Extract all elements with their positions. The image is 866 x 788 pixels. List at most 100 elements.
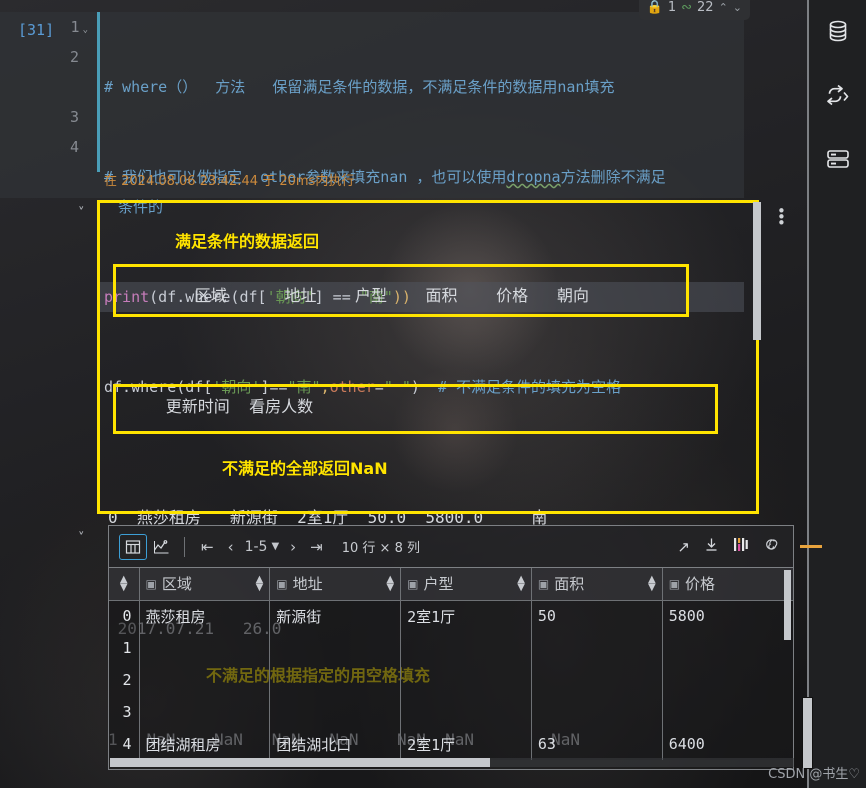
structure-list-icon[interactable] — [821, 142, 855, 176]
line-number-2-text: 2 — [69, 48, 79, 66]
sort-arrows-icon[interactable]: ▲ ▼ — [256, 574, 264, 592]
annotation-label-2: 不满足的全部返回NaN — [222, 459, 388, 478]
prev-problem-icon[interactable]: ⌃ — [719, 1, 728, 14]
code-line-1[interactable]: # where（） 方法 保留满足条件的数据，不满足条件的数据用nan填充 — [104, 72, 744, 102]
cell-layout[interactable] — [400, 632, 532, 664]
dataframe-table: ▲ ▼ ▣ 区域 ▲ ▼ ▣ 地址 ▲ ▼ ▣ 户型 ▲ ▼ ▣ 面积 ▲ ▼ … — [109, 568, 793, 760]
cell-layout[interactable] — [400, 664, 532, 696]
cell-layout[interactable] — [400, 696, 532, 728]
cell-area[interactable]: 50 — [531, 600, 663, 632]
dataframe-body: 0 燕莎租房 新源街 2室1厅 50 5800 1 2 3 4 团结湖租房 团结… — [109, 600, 793, 760]
sort-arrows-icon[interactable]: ▲ ▼ — [517, 574, 525, 592]
code-line-2-text-c: 方法删除不满足 — [560, 168, 666, 186]
output-header-line-2: 更新时间 看房人数 — [108, 397, 314, 416]
cell-region[interactable] — [139, 632, 271, 664]
cell-price[interactable] — [662, 696, 793, 728]
row-index: 2 — [109, 664, 140, 696]
dataframe-vertical-scrollbar[interactable] — [784, 570, 791, 640]
next-problem-icon[interactable]: ⌄ — [733, 1, 742, 14]
next-page-icon[interactable]: › — [283, 538, 303, 556]
cell-layout[interactable]: 2室1厅 — [400, 728, 532, 760]
cell-region[interactable]: 团结湖租房 — [139, 728, 271, 760]
column-header-address[interactable]: ▣ 地址 ▲ ▼ — [269, 568, 402, 601]
cell-price[interactable] — [662, 664, 793, 696]
sort-arrows-icon[interactable]: ▲ ▼ — [120, 574, 128, 592]
cell-area[interactable] — [531, 696, 663, 728]
table-row[interactable]: 3 — [109, 696, 793, 728]
cell-address[interactable] — [269, 632, 402, 664]
column-header-region[interactable]: ▣ 区域 ▲ ▼ — [139, 568, 271, 601]
cell-price[interactable] — [662, 632, 793, 664]
column-header-area[interactable]: ▣ 面积 ▲ ▼ — [531, 568, 663, 601]
first-page-icon[interactable]: ⇤ — [194, 538, 221, 556]
table-row[interactable]: 4 团结湖租房 团结湖北口 2室1厅 63 6400 — [109, 728, 793, 760]
column-stats-icon[interactable] — [733, 537, 749, 556]
sort-arrows-icon[interactable]: ▲ ▼ — [648, 574, 656, 592]
cell-region[interactable] — [139, 664, 271, 696]
line-number-1: 1 ⌄ — [0, 12, 96, 42]
output-collapse-chevron-1[interactable]: ˅ — [78, 206, 85, 221]
cell-region[interactable] — [139, 696, 271, 728]
row-index: 0 — [109, 600, 140, 632]
toolbar-right-actions: ↗ — [677, 537, 783, 557]
cell-price[interactable]: 6400 — [662, 728, 793, 760]
cell-area[interactable] — [531, 664, 663, 696]
inspection-status-widget[interactable]: 🔒 1 ∾ 22 ⌃ ⌄ — [638, 0, 750, 20]
table-view-icon[interactable] — [119, 533, 147, 560]
page-range-selector[interactable]: 1-5 ▼ — [241, 539, 284, 555]
toolbar-separator — [184, 536, 185, 557]
cell-price[interactable]: 5800 — [662, 600, 793, 632]
cell-region[interactable]: 燕莎租房 — [139, 600, 271, 632]
notebook-editor: [31] 1 ⌄ 2 3 4 # where（） 方法 保留满足条件的数据，不满足… — [0, 0, 808, 788]
cell-area[interactable]: 63 — [531, 728, 663, 760]
output-vertical-scrollbar[interactable] — [753, 202, 761, 340]
row-index: 4 — [109, 728, 140, 760]
cube-icon: ▣ — [276, 576, 288, 591]
table-row[interactable]: 0 燕莎租房 新源街 2室1厅 50 5800 — [109, 600, 793, 632]
sort-arrows-icon[interactable]: ▲ ▼ — [386, 574, 394, 592]
code-line-2-text-b: dropna — [506, 168, 561, 186]
cell-address[interactable] — [269, 664, 402, 696]
cell-area[interactable] — [531, 632, 663, 664]
output-collapse-chevron-2[interactable]: ˅ — [78, 531, 85, 546]
column-header-layout[interactable]: ▣ 户型 ▲ ▼ — [400, 568, 532, 601]
cell-active-bar — [97, 12, 100, 172]
scrollbar-marker — [800, 545, 822, 548]
line-number-1-text: 1 — [70, 18, 80, 36]
more-options-icon[interactable]: • • • — [777, 204, 786, 231]
code-line-1-text: # where（） 方法 保留满足条件的数据，不满足条件的数据用nan填充 — [104, 78, 615, 96]
cell-address[interactable]: 团结湖北口 — [269, 728, 402, 760]
download-icon[interactable] — [704, 537, 719, 556]
spiral-icon[interactable] — [763, 537, 779, 557]
last-page-icon[interactable]: ⇥ — [303, 538, 330, 556]
open-in-new-icon[interactable]: ↗ — [677, 538, 690, 556]
cell-layout[interactable]: 2室1厅 — [400, 600, 532, 632]
table-row[interactable]: 1 — [109, 632, 793, 664]
editor-vertical-scrollbar[interactable] — [802, 697, 813, 769]
line-number-4-text: 4 — [69, 138, 79, 156]
dataframe-horizontal-scrollbar[interactable] — [110, 758, 794, 767]
chart-view-icon[interactable] — [147, 534, 175, 560]
dataframe-toolbar: ⇤ ‹ 1-5 ▼ › ⇥ 10 行 × 8 列 ↗ — [109, 526, 793, 568]
table-row[interactable]: 2 — [109, 664, 793, 696]
watermark: CSDN @书生♡ — [768, 767, 860, 782]
prev-page-icon[interactable]: ‹ — [221, 538, 241, 556]
cell-address[interactable] — [269, 696, 402, 728]
column-header-price[interactable]: ▣ 价格 — [662, 568, 793, 601]
dataframe-dimensions: 10 行 × 8 列 — [341, 541, 420, 556]
cube-icon: ▣ — [145, 576, 157, 591]
cell-address[interactable]: 新源街 — [269, 600, 402, 632]
column-header-area-label: 面积 — [554, 575, 585, 594]
line-number-2: 2 — [0, 42, 96, 102]
code-fold-caret-icon[interactable]: ⌄ — [83, 25, 88, 35]
data-transform-icon[interactable] — [821, 78, 855, 112]
spellcheck-count: 22 — [697, 0, 714, 15]
column-header-index[interactable]: ▲ ▼ — [109, 568, 140, 601]
app-root: [31] 1 ⌄ 2 3 4 # where（） 方法 保留满足条件的数据，不满足… — [0, 0, 866, 788]
output-header-line-1: 区域 地址 户型 面积 价格 朝向 — [108, 286, 589, 305]
dataframe-header-row: ▲ ▼ ▣ 区域 ▲ ▼ ▣ 地址 ▲ ▼ ▣ 户型 ▲ ▼ ▣ 面积 ▲ ▼ … — [109, 568, 793, 601]
line-number-gutter: 1 ⌄ 2 3 4 — [0, 12, 96, 162]
annotation-label-1: 满足条件的数据返回 — [175, 232, 320, 251]
database-icon[interactable] — [821, 14, 855, 48]
column-header-address-label: 地址 — [292, 575, 323, 594]
